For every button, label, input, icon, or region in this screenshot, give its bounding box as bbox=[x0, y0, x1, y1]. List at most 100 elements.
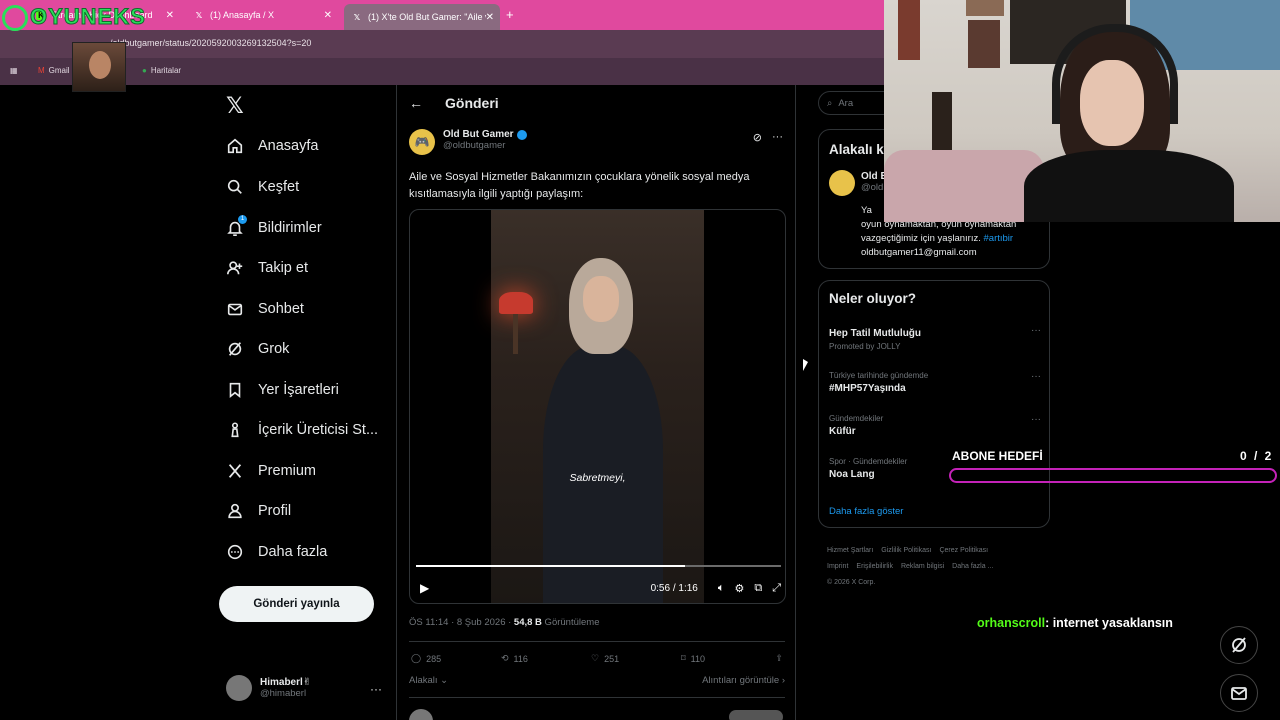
footer-links: Hizmet Şartları Gizlilik Politikası Çerez … bbox=[827, 547, 994, 586]
play-icon[interactable]: ▶ bbox=[420, 581, 429, 595]
more-options-icon[interactable]: ··· bbox=[772, 131, 783, 144]
grok-fab-button[interactable] bbox=[1220, 626, 1258, 664]
trend-item[interactable]: Türkiye tarihinde gündemde #MHP57Yaşında… bbox=[829, 371, 1041, 394]
nav-item-notifications[interactable]: 1 Bildirimler bbox=[226, 215, 322, 237]
post-button[interactable]: Gönderi yayınla bbox=[219, 586, 374, 622]
person-icon bbox=[228, 503, 242, 519]
x-icon: 𝕏 bbox=[195, 10, 203, 20]
tab-label: (1) Anasayfa / X bbox=[210, 10, 275, 20]
nav-item-creator-studio[interactable]: İçerik Üreticisi St... bbox=[226, 421, 378, 439]
video-progress-bar[interactable] bbox=[416, 565, 781, 567]
reply-icon: ◯ bbox=[411, 653, 422, 663]
chat-username: orhanscroll bbox=[977, 616, 1046, 630]
trend-item[interactable]: Hep Tatil Mutluluğu Promoted by JOLLY ··… bbox=[829, 325, 1041, 351]
creator-icon bbox=[231, 422, 239, 438]
url-field[interactable]: /oldbutgamer/status/2020592003269132504?… bbox=[110, 38, 311, 48]
mail-icon bbox=[1231, 687, 1247, 700]
trends-title: Neler oluyor? bbox=[829, 291, 917, 306]
close-icon[interactable]: ✕ bbox=[166, 10, 174, 21]
close-icon[interactable]: ✕ bbox=[324, 10, 332, 21]
more-options-icon[interactable]: ··· bbox=[1031, 414, 1041, 425]
main-column: ← Gönderi 🎮 Old But Gamer @oldbutgamer ⊘… bbox=[396, 85, 796, 720]
more-options-icon[interactable]: ··· bbox=[1031, 371, 1041, 382]
tab-x-home[interactable]: 𝕏 (1) Anasayfa / X ✕ bbox=[186, 4, 338, 26]
related-title: Alakalı k bbox=[829, 142, 884, 157]
search-icon bbox=[227, 179, 242, 194]
reply-avatar bbox=[409, 709, 433, 720]
chat-message: orhanscroll: internet yasaklansın bbox=[977, 616, 1173, 630]
mouse-cursor-icon bbox=[803, 359, 808, 371]
related-avatar[interactable] bbox=[829, 170, 855, 196]
grok-icon bbox=[1232, 637, 1246, 653]
x-icon bbox=[228, 464, 242, 478]
more-options-icon[interactable]: ··· bbox=[1031, 325, 1041, 336]
sub-goal-label: ABONE HEDEFİ bbox=[952, 449, 1043, 463]
notification-badge: 1 bbox=[238, 215, 247, 224]
repost-icon: ⟲ bbox=[501, 653, 509, 663]
messages-fab-button[interactable] bbox=[1220, 674, 1258, 712]
tweet-actions: ◯ 285 ⟲ 116 ♡ 251 ⌑ 110 ⇪ bbox=[411, 653, 783, 664]
bookmark-icon: ⌑ bbox=[681, 653, 686, 663]
home-icon bbox=[227, 138, 243, 154]
bookmark-icon bbox=[229, 382, 241, 398]
show-more-link[interactable]: Daha fazla göster bbox=[829, 506, 903, 517]
reply-button[interactable]: ◯ 285 bbox=[411, 653, 501, 664]
tweet-text: Aile ve Sosyal Hizmetler Bakanımızın çoc… bbox=[409, 171, 750, 200]
search-icon: ⌕ bbox=[827, 97, 833, 109]
sub-goal-progress-bar bbox=[949, 468, 1277, 483]
gmail-icon: M bbox=[38, 66, 45, 75]
author-avatar[interactable]: 🎮 bbox=[409, 129, 435, 155]
close-icon[interactable]: ✕ bbox=[486, 12, 494, 23]
video-controls: ▶ 0:56 / 1:16 🔈︎ ⚙ ⧉ ⤢ bbox=[416, 580, 781, 596]
view-count: 54,8 B bbox=[513, 617, 542, 628]
nav-item-bookmarks[interactable]: Yer İşaretleri bbox=[226, 381, 339, 399]
mail-icon bbox=[227, 303, 243, 316]
tweet-author[interactable]: 🎮 Old But Gamer @oldbutgamer bbox=[409, 129, 527, 155]
nav-item-more[interactable]: Daha fazla bbox=[226, 543, 327, 561]
video-frame: Sabretmeyi, bbox=[491, 210, 704, 603]
more-icon bbox=[227, 544, 243, 560]
share-icon[interactable]: ⇪ bbox=[775, 653, 783, 664]
view-quotes-link[interactable]: Alıntıları görüntüle › bbox=[702, 675, 785, 686]
video-subtitle: Sabretmeyi, bbox=[569, 472, 626, 484]
author-handle: @oldbutgamer bbox=[443, 140, 506, 151]
tab-x-post[interactable]: 𝕏 (1) X'te Old But Gamer: "Aile ve ✕ bbox=[344, 4, 500, 30]
nav-item-explore[interactable]: Keşfet bbox=[226, 178, 299, 196]
account-handle: @himaberl bbox=[260, 688, 307, 699]
nav-item-home[interactable]: Anasayfa bbox=[226, 137, 318, 155]
more-options-icon[interactable]: ··· bbox=[370, 682, 382, 696]
grok-icon bbox=[228, 342, 242, 356]
nav-item-grok[interactable]: Grok bbox=[226, 340, 289, 358]
tab-label: (1) X'te Old But Gamer: "Aile ve bbox=[368, 12, 486, 22]
settings-gear-icon[interactable]: ⚙ bbox=[734, 582, 744, 595]
address-bar: /oldbutgamer/status/2020592003269132504?… bbox=[0, 30, 884, 58]
volume-icon[interactable]: 🔈︎ bbox=[718, 582, 725, 595]
grok-icon[interactable]: ⊘ bbox=[753, 131, 762, 144]
nav-item-chat[interactable]: Sohbet bbox=[226, 300, 304, 318]
trends-card: Neler oluyor? Hep Tatil Mutluluğu Promot… bbox=[818, 280, 1050, 528]
repost-button[interactable]: ⟲ 116 bbox=[501, 653, 591, 664]
nav-item-premium[interactable]: Premium bbox=[226, 462, 316, 480]
account-switcher[interactable]: Himaberl✌ @himaberl bbox=[226, 675, 311, 701]
pip-icon[interactable]: ⧉ bbox=[754, 582, 762, 595]
fullscreen-icon[interactable]: ⤢ bbox=[772, 582, 781, 595]
x-logo-icon[interactable]: 𝕏 bbox=[226, 93, 244, 119]
reply-submit-button[interactable] bbox=[729, 710, 783, 720]
like-button[interactable]: ♡ 251 bbox=[591, 653, 681, 664]
maps-icon: ● bbox=[142, 66, 147, 75]
bookmark-maps[interactable]: ● Haritalar bbox=[142, 66, 181, 75]
back-arrow-icon[interactable]: ← bbox=[409, 95, 423, 111]
avatar bbox=[226, 675, 252, 701]
relevance-dropdown[interactable]: Alakalı ⌄ bbox=[409, 675, 448, 686]
page-title: Gönderi bbox=[445, 95, 499, 111]
streamer-webcam bbox=[884, 0, 1280, 222]
nav-item-profile[interactable]: Profil bbox=[226, 502, 291, 520]
trend-item[interactable]: Gündemdekiler Küfür ··· bbox=[829, 414, 1041, 437]
bookmark-button[interactable]: ⌑ 110 bbox=[681, 653, 771, 664]
apps-icon[interactable]: ▦ bbox=[10, 66, 18, 75]
x-sidebar-nav: 𝕏 Anasayfa Keşfet 1 Bildirimler Takip et… bbox=[218, 85, 396, 720]
nav-item-follow[interactable]: Takip et bbox=[226, 259, 308, 277]
new-tab-button[interactable]: + bbox=[506, 7, 514, 22]
video-player[interactable]: Sabretmeyi, ▶ 0:56 / 1:16 🔈︎ ⚙ ⧉ ⤢ bbox=[409, 209, 786, 604]
bookmark-gmail[interactable]: M Gmail bbox=[38, 66, 70, 75]
